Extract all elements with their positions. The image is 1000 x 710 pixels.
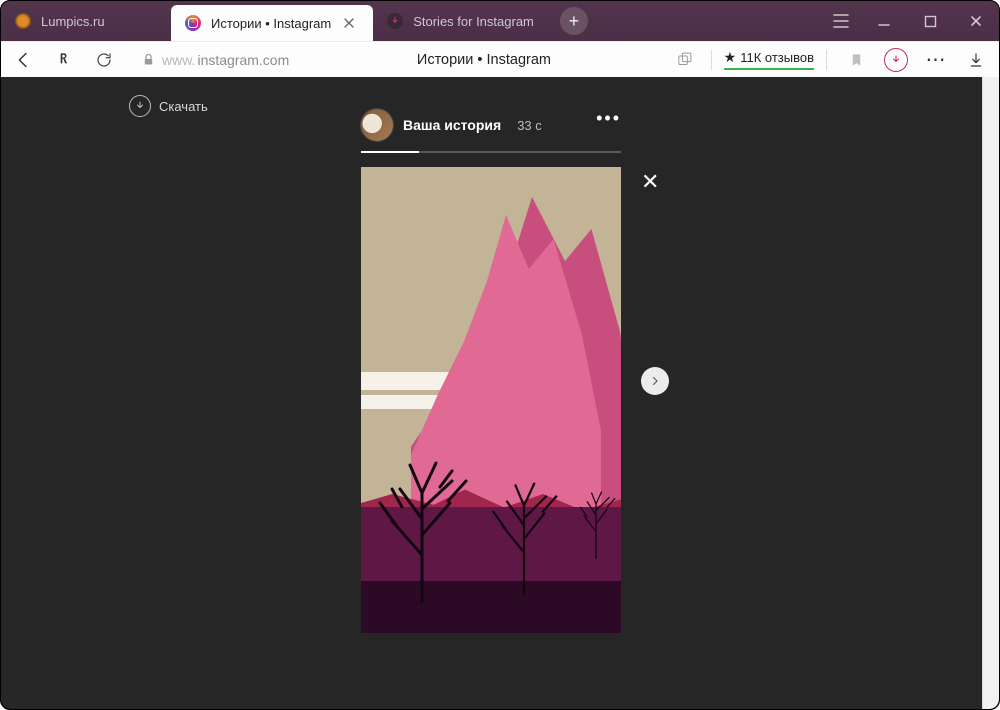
window-maximize-button[interactable]	[907, 1, 953, 41]
tab-stories-for-instagram[interactable]: Stories for Instagram	[373, 1, 550, 41]
url-subdomain: www.	[162, 52, 195, 68]
page-title: Истории • Instagram	[417, 52, 551, 68]
bookmark-icon[interactable]	[839, 46, 873, 74]
window-minimize-button[interactable]	[861, 1, 907, 41]
reload-button[interactable]	[87, 46, 121, 74]
tab-lumpics[interactable]: Lumpics.ru	[1, 1, 171, 41]
tab-strip: Lumpics.ru Истории • Instagram Stories f…	[1, 1, 999, 41]
download-icon	[129, 95, 151, 117]
detach-tab-icon[interactable]	[671, 46, 699, 74]
story-image[interactable]	[361, 167, 621, 633]
download-extension-button[interactable]	[879, 46, 913, 74]
close-icon[interactable]	[341, 15, 357, 31]
menu-icon[interactable]	[821, 1, 861, 41]
page-viewport: Скачать Ваша история 33 с •••	[1, 77, 999, 709]
download-label: Скачать	[159, 99, 208, 114]
favicon-instagram	[185, 15, 201, 31]
reviews-label: 11К отзывов	[740, 50, 814, 65]
story-viewer: Ваша история 33 с •••	[361, 105, 621, 633]
window-close-button[interactable]	[953, 1, 999, 41]
back-button[interactable]	[7, 46, 41, 74]
more-icon[interactable]: ⋯	[919, 46, 953, 74]
url-domain: instagram.com	[197, 52, 289, 68]
favicon-downloader	[387, 13, 403, 29]
star-icon: ★	[724, 49, 737, 66]
avatar[interactable]	[361, 109, 393, 141]
new-tab-button[interactable]: +	[560, 7, 588, 35]
tab-label: Истории • Instagram	[211, 16, 331, 31]
address-bar[interactable]: www.instagram.com	[133, 52, 297, 68]
close-story-button[interactable]: ✕	[641, 169, 659, 195]
lock-icon	[141, 52, 156, 67]
tab-label: Lumpics.ru	[41, 14, 155, 29]
next-story-button[interactable]	[641, 367, 669, 395]
yandex-home-button[interactable]	[47, 46, 81, 74]
reviews-badge[interactable]: ★ 11К отзывов	[724, 49, 814, 70]
story-username[interactable]: Ваша история	[403, 117, 501, 133]
story-progress-bar	[361, 151, 621, 153]
story-more-icon[interactable]: •••	[596, 113, 621, 137]
story-timestamp: 33 с	[517, 118, 542, 133]
downloads-icon[interactable]	[959, 46, 993, 74]
favicon-lumpics	[15, 13, 31, 29]
browser-toolbar: www.instagram.com Истории • Instagram ★ …	[1, 41, 999, 77]
download-button[interactable]: Скачать	[129, 95, 208, 117]
tab-label: Stories for Instagram	[413, 14, 534, 29]
vertical-scrollbar[interactable]	[982, 77, 999, 709]
tab-instagram-stories[interactable]: Истории • Instagram	[171, 5, 373, 41]
